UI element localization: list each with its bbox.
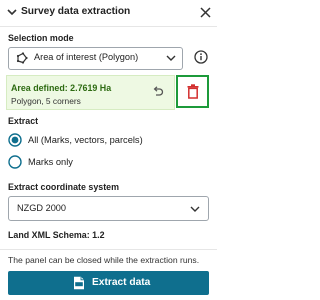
chevron-down-icon <box>166 55 176 61</box>
extract-label: Extract <box>8 116 39 126</box>
panel-header: Survey data extraction <box>0 0 217 27</box>
close-icon[interactable] <box>199 6 212 19</box>
radio-marks-only[interactable]: Marks only <box>8 155 208 171</box>
extract-data-label: Extract data <box>92 277 151 288</box>
polygon-icon <box>16 52 28 64</box>
panel-note: The panel can be closed while the extrac… <box>8 255 200 265</box>
survey-extraction-panel: Survey data extraction Selection mode Ar… <box>0 0 217 300</box>
area-defined-title: Area defined: 2.7619 Ha <box>11 83 112 93</box>
radio-selected-icon <box>8 133 22 147</box>
coordinate-system-label: Extract coordinate system <box>8 182 119 192</box>
divider <box>0 249 217 250</box>
panel-title: Survey data extraction <box>21 6 131 17</box>
delete-area-button[interactable] <box>176 75 209 108</box>
undo-icon[interactable] <box>152 85 164 97</box>
info-icon[interactable] <box>194 50 208 64</box>
coordinate-system-select[interactable]: NZGD 2000 <box>8 196 209 221</box>
radio-extract-all-label: All (Marks, vectors, parcels) <box>28 135 143 145</box>
chevron-down-icon <box>190 206 200 212</box>
selection-mode-label: Selection mode <box>8 33 74 43</box>
selection-mode-select[interactable]: Area of interest (Polygon) <box>8 47 183 70</box>
trash-icon <box>187 84 199 99</box>
radio-unselected-icon <box>8 155 22 169</box>
chevron-down-icon[interactable] <box>6 6 18 18</box>
radio-extract-all[interactable]: All (Marks, vectors, parcels) <box>8 133 208 149</box>
area-defined-detail: Polygon, 5 corners <box>11 96 81 106</box>
schema-label: Land XML Schema: 1.2 <box>8 230 105 240</box>
coordinate-system-value: NZGD 2000 <box>17 203 67 213</box>
selection-mode-value: Area of interest (Polygon) <box>34 52 139 62</box>
area-defined-box: Area defined: 2.7619 Ha Polygon, 5 corne… <box>6 75 175 110</box>
xml-file-icon <box>74 276 84 290</box>
radio-marks-only-label: Marks only <box>28 157 73 167</box>
extract-data-button[interactable]: Extract data <box>8 271 209 295</box>
